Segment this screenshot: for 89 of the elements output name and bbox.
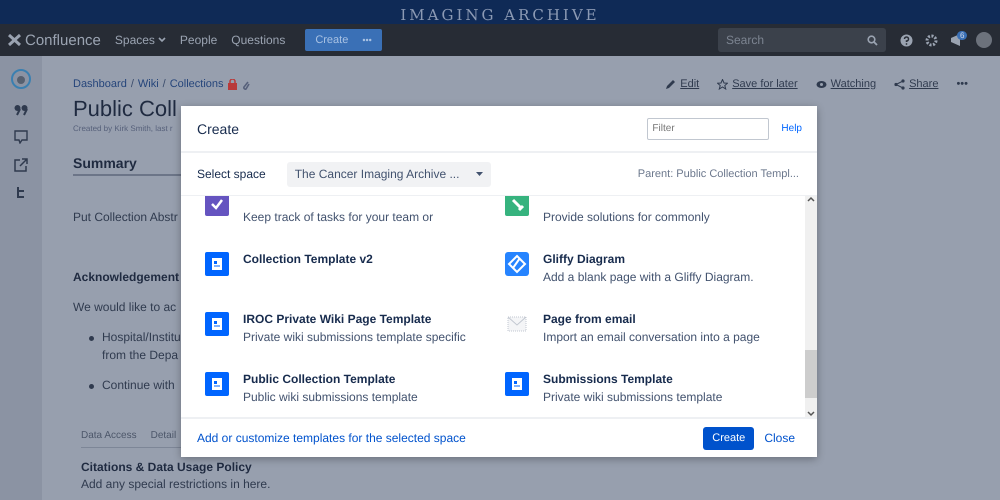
help-link[interactable]: Help — [781, 123, 802, 134]
scrollbar[interactable] — [805, 196, 817, 417]
pencil-icon — [665, 78, 676, 90]
scroll-up-icon[interactable] — [807, 196, 815, 202]
action-button[interactable]: Save for later — [717, 78, 798, 90]
scrollbar-thumb[interactable] — [805, 350, 817, 398]
x-logo-icon — [8, 34, 21, 46]
action-button[interactable]: Watching — [816, 78, 876, 90]
create-button[interactable]: Create — [305, 34, 358, 46]
bullet-dot — [89, 336, 94, 341]
template-item[interactable]: Submissions Template Private wiki submissions template — [505, 364, 805, 417]
document-icon — [205, 252, 229, 276]
filter-field[interactable]: Filter — [647, 118, 770, 140]
create-button[interactable]: Create — [703, 426, 754, 450]
parent-label: Parent: Public Collection Templ... — [638, 168, 799, 180]
nav-link[interactable]: Questions — [231, 33, 286, 47]
scroll-down-icon[interactable] — [807, 411, 815, 417]
paragraph: Put Collection Abstr — [73, 210, 178, 224]
template-description: Import an email conversation into a page — [543, 330, 760, 344]
template-description: Keep track of tasks for your team or — [243, 210, 434, 224]
action-button[interactable]: Share — [894, 78, 938, 90]
settings-icon[interactable] — [925, 34, 938, 46]
template-description: Add a blank page with a Gliffy Diagram. — [543, 270, 754, 284]
breadcrumb-link[interactable]: Wiki — [138, 78, 159, 90]
field-label: Select space — [197, 167, 266, 181]
space-logo-icon[interactable] — [10, 68, 32, 90]
external-link-icon[interactable] — [14, 158, 28, 172]
paperclip-icon[interactable] — [240, 78, 250, 90]
help-icon[interactable] — [900, 34, 913, 46]
page-tab[interactable]: Detail — [150, 430, 176, 441]
caret-icon — [476, 172, 483, 176]
template-description: Provide solutions for commonly — [543, 210, 710, 224]
template-item[interactable]: Collection Template v2 — [205, 244, 505, 304]
paragraph: Add any special restrictions in here. — [81, 477, 270, 491]
paragraph: We would like to ac — [73, 300, 176, 314]
list-item-text: from the Depa — [102, 348, 180, 362]
template-title: Public Collection Template — [243, 372, 396, 386]
list-item-text: Continue with — [102, 378, 175, 392]
nav-link[interactable]: People — [180, 33, 218, 47]
close-button[interactable]: Close — [758, 430, 801, 446]
template-description: Private wiki submissions template specific — [243, 330, 466, 344]
template-item[interactable]: Page from email Import an email conversation into a page — [505, 304, 805, 364]
lock-icon[interactable] — [228, 78, 237, 90]
document-icon — [505, 372, 529, 396]
breadcrumb-link[interactable]: Collections — [170, 78, 224, 90]
template-item[interactable]: Public Collection Template Public wiki submissions template — [205, 364, 505, 417]
banner-title: IMAGING ARCHIVE — [400, 8, 600, 23]
breadcrumb-link[interactable]: Dashboard — [73, 78, 127, 90]
breadcrumb-separator: / — [162, 78, 166, 90]
document-icon — [205, 372, 229, 396]
section-heading: Acknowledgement — [73, 270, 180, 284]
template-title: Page from email — [543, 312, 637, 326]
dialog-title: Create — [197, 120, 240, 136]
more-button[interactable]: ••• — [956, 78, 968, 90]
page-byline: Created by Kirk Smith, last r — [73, 124, 173, 133]
template-description: Public wiki submissions template — [243, 390, 418, 404]
section-heading: Citations & Data Usage Policy — [81, 460, 252, 474]
question-bubble-icon[interactable] — [14, 130, 28, 144]
checklist-icon — [205, 196, 229, 216]
template-title: Collection Template v2 — [243, 252, 373, 266]
eye-icon — [816, 78, 827, 90]
hierarchy-icon[interactable] — [16, 186, 26, 198]
document-icon — [205, 312, 229, 336]
template-description: Private wiki submissions template — [543, 390, 722, 404]
star-icon — [717, 78, 728, 90]
list-item-text: Hospital/Institu — [102, 330, 181, 344]
app-logo[interactable]: Confluence — [8, 32, 101, 48]
more-button[interactable]: ••• — [358, 35, 382, 45]
action-button[interactable]: Edit — [665, 78, 700, 90]
customize-templates-link[interactable]: Add or customize templates for the selected space — [197, 431, 704, 445]
template-title: IROC Private Wiki Page Template — [243, 312, 432, 326]
template-item[interactable]: Gliffy Diagram Add a blank page with a Gliffy Diagram. — [505, 244, 805, 304]
notification-count: 6 — [957, 31, 968, 40]
template-title: Gliffy Diagram — [543, 252, 626, 266]
user-avatar[interactable] — [976, 32, 992, 48]
diagram-icon — [505, 252, 529, 276]
breadcrumb-separator: / — [130, 78, 134, 90]
share-icon — [894, 78, 906, 90]
template-item[interactable]: IROC Private Wiki Page Template Private wiki submissions template specific — [205, 304, 505, 364]
quote-icon[interactable] — [14, 104, 28, 116]
bullet-dot — [89, 384, 94, 389]
space-select[interactable]: The Cancer Imaging Archive ... — [286, 162, 491, 186]
template-item[interactable]: Keep track of tasks for your team or — [205, 196, 505, 244]
nav-link[interactable]: Spaces — [114, 33, 166, 47]
page-tab[interactable]: Data Access — [81, 430, 137, 441]
page-title: Public Coll — [73, 96, 177, 122]
search-icon — [867, 34, 878, 46]
template-title: Submissions Template — [543, 372, 674, 386]
template-item[interactable]: Provide solutions for commonly — [505, 196, 805, 244]
